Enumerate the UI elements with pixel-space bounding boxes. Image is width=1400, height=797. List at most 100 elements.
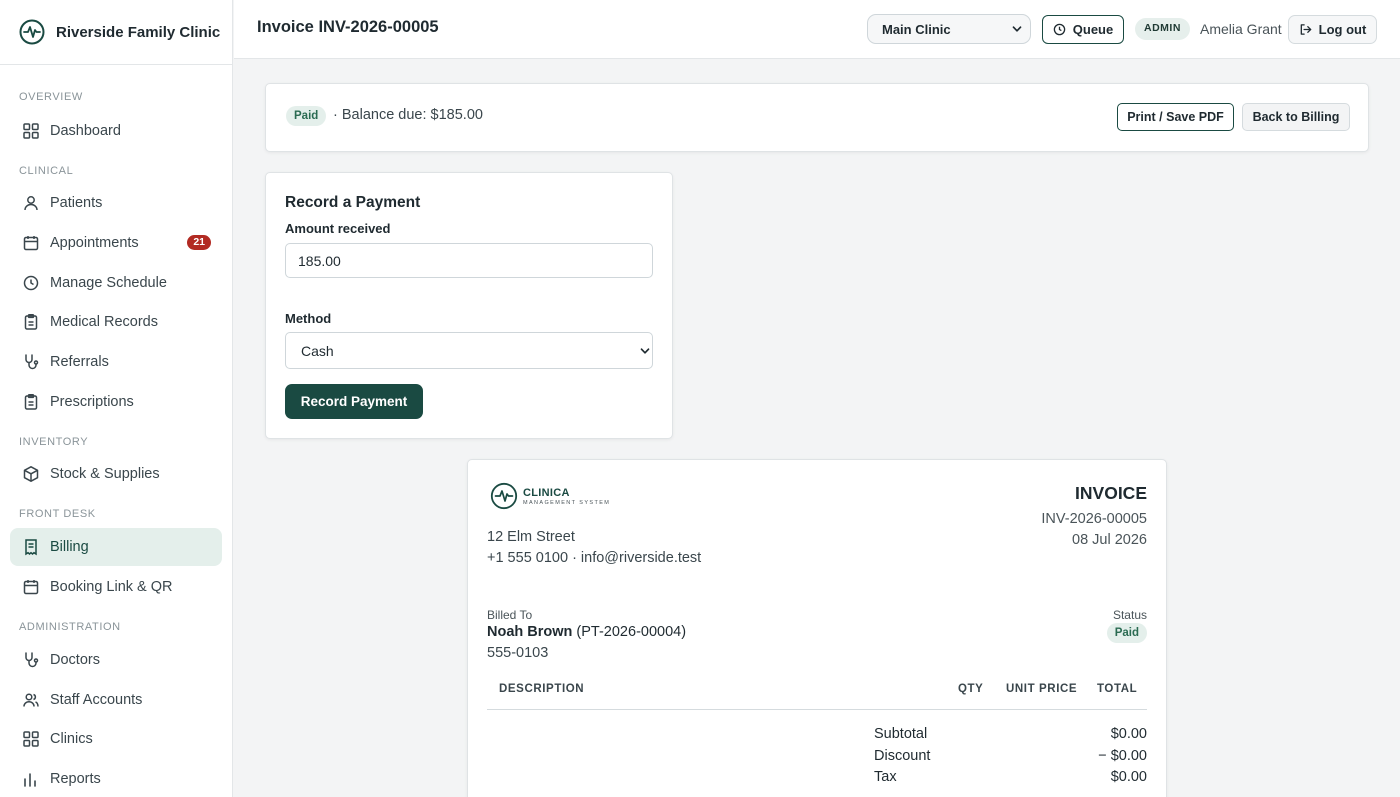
subtotal-value: $0.00 (1110, 726, 1147, 742)
sidebar-item-clinics[interactable]: Clinics (10, 720, 222, 758)
sidebar-item-prescriptions[interactable]: Prescriptions (10, 383, 222, 421)
method-select[interactable]: Cash (285, 332, 653, 369)
appointments-count-badge: 21 (187, 234, 211, 250)
clock-icon (23, 275, 39, 290)
sidebar-item-medical-records[interactable]: Medical Records (10, 303, 222, 341)
sidebar-item-billing[interactable]: Billing (10, 527, 222, 566)
grid-icon (23, 123, 39, 139)
clock-icon (1053, 23, 1066, 36)
status-badge: Paid (286, 106, 327, 126)
sidebar-item-booking-link[interactable]: Booking Link & QR (10, 568, 222, 606)
clipboard-icon (24, 394, 38, 410)
sidebar-item-doctors[interactable]: Doctors (10, 641, 222, 679)
logo-subtitle: MANAGEMENT SYSTEM (523, 499, 611, 506)
receipt-icon (25, 539, 37, 556)
pulse-logo-icon (19, 19, 45, 45)
billed-to-patient: Noah Brown (PT-2026-00004) (487, 624, 686, 640)
clipboard-icon (24, 314, 38, 331)
record-payment-card: Record a Payment Amount received 185.00 … (265, 172, 673, 439)
tax-label: Tax (874, 769, 897, 785)
brand: Riverside Family Clinic (0, 0, 232, 65)
column-header-qty: QTY (958, 683, 984, 695)
bar-chart-icon (24, 773, 36, 787)
table-divider (487, 709, 1147, 710)
print-pdf-button[interactable]: Print / Save PDF (1117, 103, 1234, 131)
discount-label: Discount (874, 748, 931, 764)
amount-input[interactable]: 185.00 (285, 243, 653, 278)
sidebar-item-dashboard[interactable]: Dashboard (10, 112, 222, 150)
role-badge: ADMIN (1135, 18, 1190, 40)
sidebar-item-patients[interactable]: Patients (10, 184, 222, 222)
sidebar-item-manage-schedule[interactable]: Manage Schedule (10, 264, 222, 302)
amount-input-value: 185.00 (298, 252, 341, 269)
section-label-inventory: INVENTORY (19, 435, 89, 448)
chevron-down-icon (1012, 26, 1022, 32)
invoice-number: INV-2026-00005 (1041, 511, 1147, 527)
sidebar-item-label: Stock & Supplies (50, 465, 160, 482)
tax-value: $0.00 (1110, 769, 1147, 785)
billed-to-label: Billed To (487, 608, 533, 622)
clinic-contact: +1 555 0100 · info@riverside.test (487, 550, 702, 566)
sidebar-item-label: Staff Accounts (50, 691, 143, 708)
discount-value: − $0.00 (1098, 748, 1147, 764)
calendar-icon (23, 235, 39, 251)
sidebar-item-label: Booking Link & QR (50, 578, 173, 595)
column-header-description: DESCRIPTION (499, 683, 585, 695)
sidebar-item-label: Referrals (50, 354, 109, 371)
topbar: Invoice INV-2026-00005 Main Clinic Queue… (234, 0, 1400, 59)
invoice-logo: CLINICA MANAGEMENT SYSTEM (490, 482, 610, 510)
logout-icon (1300, 24, 1311, 35)
stethoscope-icon (25, 652, 39, 668)
clinic-address: 12 Elm Street (487, 529, 575, 545)
sidebar-item-label: Reports (50, 771, 101, 788)
invoice-date: 08 Jul 2026 (1072, 532, 1147, 548)
section-label-clinical: CLINICAL (19, 165, 74, 177)
sidebar-item-label: Prescriptions (50, 393, 134, 410)
sidebar-item-label: Billing (50, 538, 89, 555)
invoice-status-card: Paid · Balance due: $185.00 Print / Save… (265, 83, 1369, 152)
sidebar: Riverside Family Clinic OVERVIEW Dashboa… (0, 0, 233, 797)
queue-button-label: Queue (1072, 22, 1114, 37)
record-payment-title: Record a Payment (285, 194, 421, 211)
amount-label: Amount received (285, 221, 391, 236)
balance-due-text: · Balance due: $185.00 (333, 107, 483, 123)
brand-name: Riverside Family Clinic (56, 23, 221, 41)
logout-button[interactable]: Log out (1288, 15, 1377, 44)
page-title: Invoice INV-2026-00005 (257, 18, 439, 36)
sidebar-item-label: Dashboard (50, 123, 121, 139)
invoice-heading: INVOICE (1075, 483, 1147, 503)
back-to-billing-button[interactable]: Back to Billing (1242, 103, 1350, 131)
queue-button[interactable]: Queue (1042, 15, 1124, 44)
sidebar-item-referrals[interactable]: Referrals (10, 343, 222, 381)
sidebar-item-label: Medical Records (50, 314, 158, 331)
sidebar-item-label: Patients (50, 195, 103, 211)
method-select-value: Cash (301, 342, 334, 359)
pulse-logo-icon (490, 482, 518, 510)
section-label-administration: ADMINISTRATION (19, 620, 121, 633)
invoice-status-badge: Paid (1106, 623, 1147, 643)
sidebar-item-stock[interactable]: Stock & Supplies (10, 455, 222, 493)
invoice-document: CLINICA MANAGEMENT SYSTEM 12 Elm Street … (467, 459, 1167, 797)
sidebar-item-reports[interactable]: Reports (10, 760, 222, 797)
method-label: Method (285, 311, 332, 326)
clinic-select[interactable]: Main Clinic (867, 14, 1031, 44)
chevron-down-icon (640, 348, 650, 354)
sidebar-item-staff-accounts[interactable]: Staff Accounts (10, 681, 222, 719)
box-icon (23, 466, 39, 482)
sidebar-item-label: Clinics (50, 731, 93, 748)
column-header-total: TOTAL (1097, 683, 1138, 695)
calendar-icon (23, 579, 39, 595)
status-label: Status (1112, 608, 1147, 622)
sidebar-item-label: Doctors (50, 651, 100, 668)
user-name: Amelia Grant (1200, 21, 1282, 37)
clinic-select-value: Main Clinic (882, 21, 951, 37)
patient-id: (PT-2026-00004) (576, 624, 687, 640)
column-header-unit-price: UNIT PRICE (1006, 683, 1078, 695)
logo-name: CLINICA (523, 486, 570, 499)
record-payment-button[interactable]: Record Payment (285, 384, 423, 419)
patient-name: Noah Brown (487, 624, 573, 640)
sidebar-item-label: Manage Schedule (50, 274, 167, 291)
user-icon (24, 196, 38, 211)
users-icon (23, 693, 39, 707)
sidebar-item-appointments[interactable]: Appointments 21 (10, 224, 222, 262)
